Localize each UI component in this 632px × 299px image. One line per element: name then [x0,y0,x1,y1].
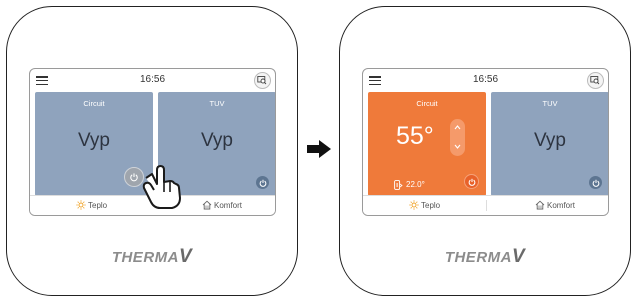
sun-icon [76,200,86,210]
clock: 16:56 [472,74,499,85]
power-icon [468,178,475,186]
thermometer-icon [394,180,403,190]
tile-title: TUV [209,99,225,108]
mode-teplo[interactable]: Teplo [409,200,440,210]
power-button[interactable] [589,176,602,189]
mode-label: Teplo [88,201,108,210]
thermostat-before: 16:56 Circuit Vyp TUV Vyp Teplo Komfort … [6,6,298,296]
clock: 16:56 [139,74,166,85]
power-icon [592,179,599,187]
mode-label: Komfort [547,201,576,210]
circuit-tile[interactable]: Circuit Vyp [35,92,153,196]
chevron-up-icon[interactable] [454,124,461,131]
tuv-tile[interactable]: TUV Vyp [491,92,608,196]
hand-pointer-icon [142,165,181,209]
right-arrow-icon [307,140,331,158]
status-bar: 16:56 [30,69,275,91]
therma-v-logo: THERMAV [111,246,193,267]
target-temperature: 55° [396,122,434,150]
house-icon [535,200,545,210]
mode-bar: Teplo Komfort [363,195,608,215]
chevron-down-icon[interactable] [454,143,461,150]
power-icon [130,173,138,182]
current-temperature: 22.0° [406,180,425,189]
power-button[interactable] [464,174,479,189]
tile-status: Vyp [77,130,111,151]
divider [486,200,487,211]
thermostat-after: 16:56 Circuit 55° 22.0° TUV Vyp Teplo Ko… [339,6,631,296]
mode-label: Komfort [214,201,243,210]
mode-komfort[interactable]: Komfort [535,200,575,210]
house-icon [202,200,212,210]
tile-title: Circuit [416,99,438,108]
status-bar: 16:56 [363,69,608,91]
therma-v-logo: THERMAV [444,246,526,267]
tile-title: TUV [542,99,558,108]
mode-label: Teplo [421,201,441,210]
sun-icon [409,200,419,210]
cast-icon[interactable] [587,72,604,89]
power-button[interactable] [256,176,269,189]
tile-status: Vyp [200,130,234,151]
cast-icon[interactable] [254,72,271,89]
tile-status: Vyp [533,130,567,151]
power-icon [259,179,266,187]
mode-komfort[interactable]: Komfort [202,200,242,210]
circuit-tile[interactable]: Circuit 55° 22.0° [368,92,486,196]
touch-screen: 16:56 Circuit 55° 22.0° TUV Vyp Teplo Ko… [362,68,609,216]
tile-title: Circuit [83,99,105,108]
temperature-stepper [450,119,465,156]
mode-teplo[interactable]: Teplo [76,200,107,210]
